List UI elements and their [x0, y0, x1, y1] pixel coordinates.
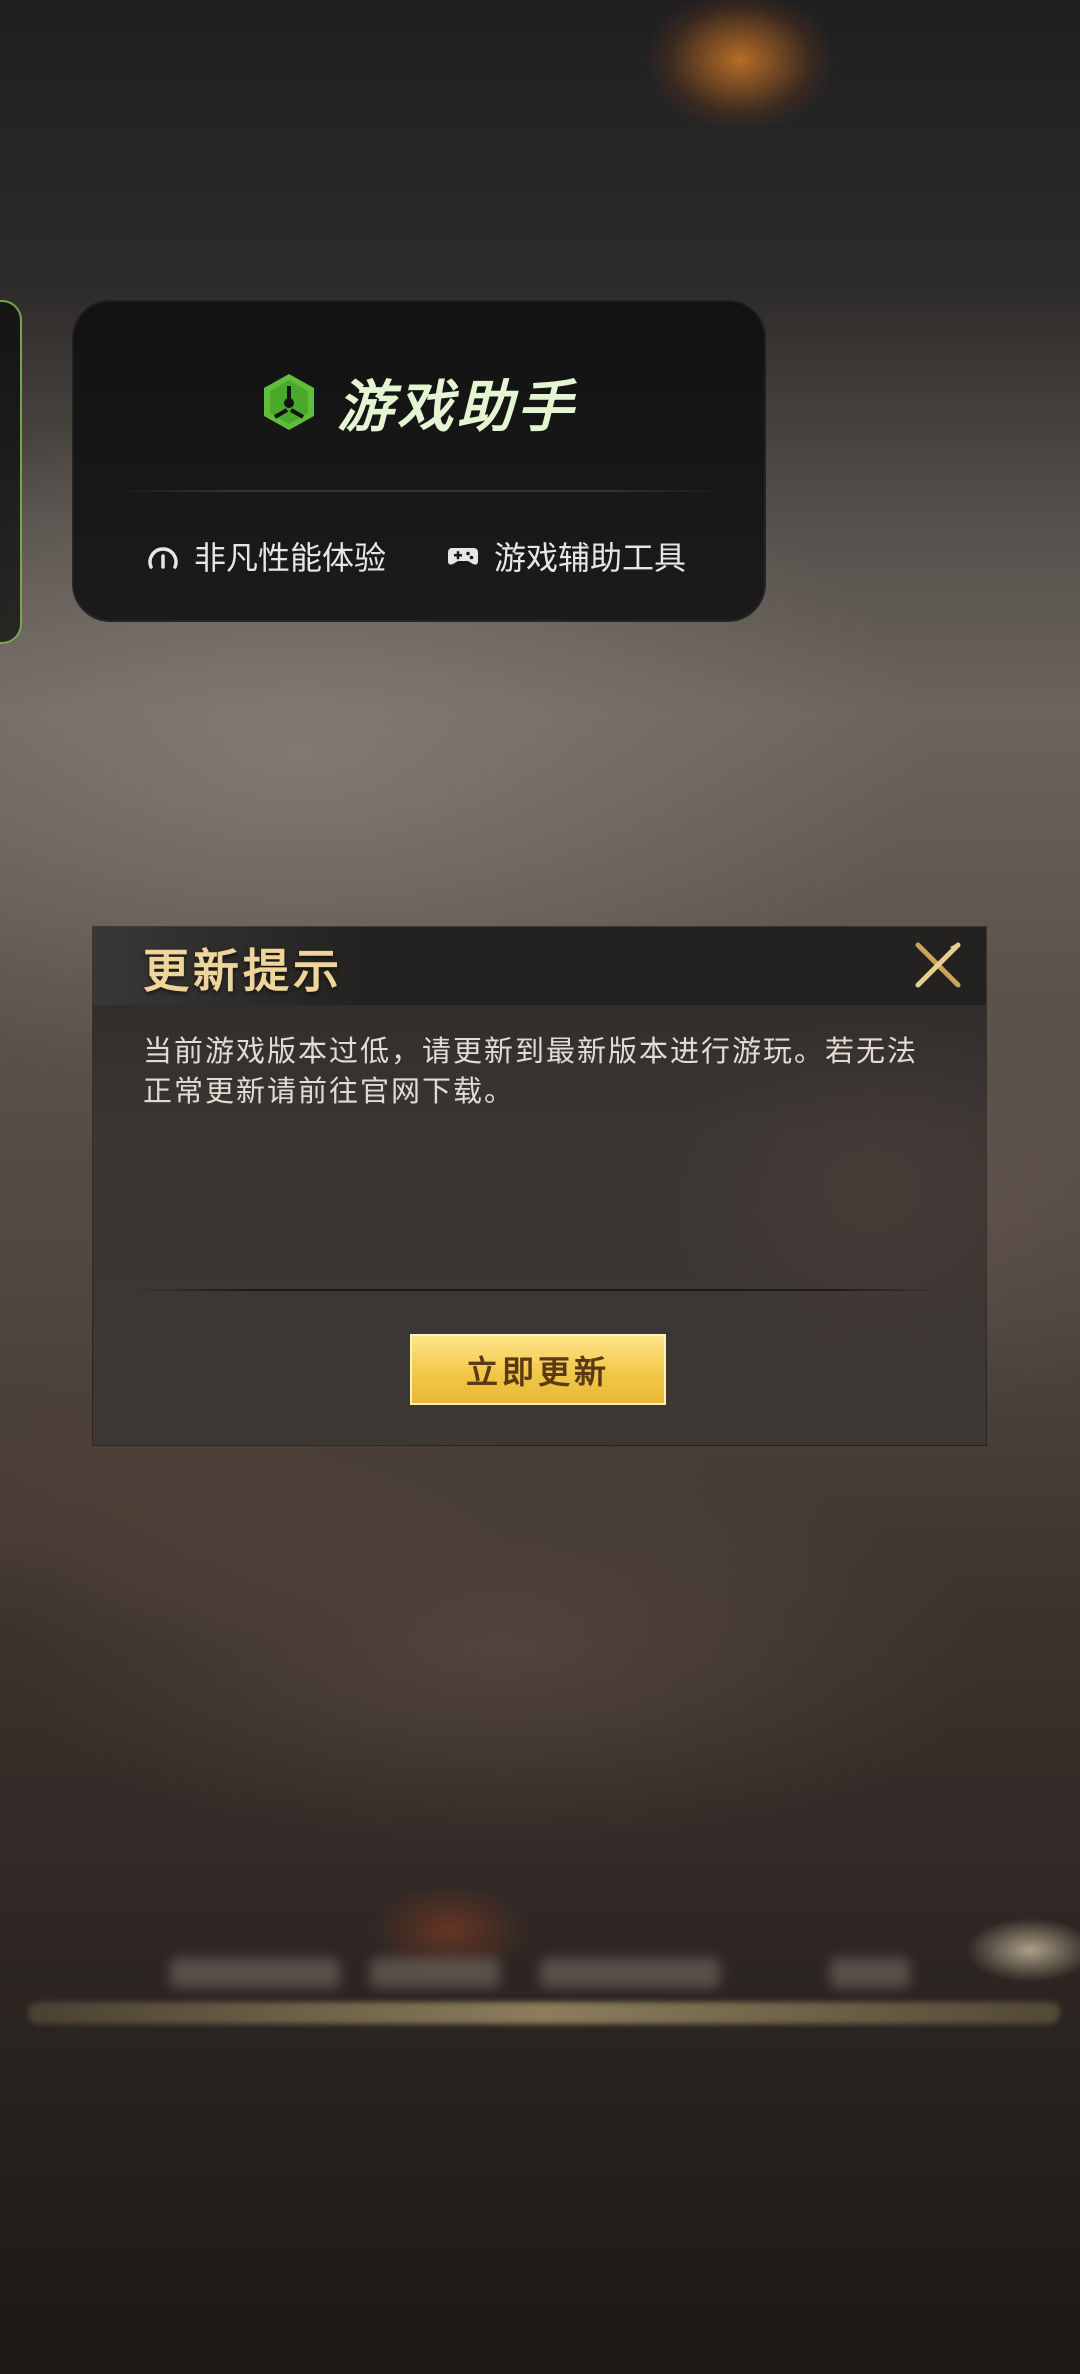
background-blurred-text — [370, 1958, 500, 1988]
close-icon[interactable] — [910, 937, 966, 993]
speedometer-icon — [148, 547, 178, 569]
gamepad-icon — [448, 548, 478, 565]
background-blurred-text — [830, 1958, 910, 1988]
dialog-message: 当前游戏版本过低，请更新到最新版本进行游玩。若无法正常更新请前往官网下载。 — [143, 1034, 919, 1108]
dialog-separator — [133, 1289, 946, 1291]
side-edge-tab[interactable] — [0, 300, 22, 644]
game-assistant-panel: 游戏助手 非凡性能体验 游戏辅助工具 — [72, 300, 766, 622]
assistant-header: 游戏助手 — [72, 362, 766, 442]
update-now-button[interactable]: 立即更新 — [410, 1334, 666, 1405]
update-dialog: 更新提示 当前游戏版本过低，请更新到最新版本进行游玩。若无法正常更新请前往官网下… — [93, 927, 986, 1445]
feature-tools[interactable]: 游戏辅助工具 — [446, 532, 686, 580]
background-blurred-text — [170, 1958, 340, 1988]
background-loading-strip — [28, 2002, 1060, 2024]
assistant-logo-icon — [264, 374, 314, 430]
assistant-divider — [108, 490, 730, 492]
background-blurred-text — [540, 1958, 720, 1988]
feature-tools-label: 游戏辅助工具 — [494, 539, 687, 577]
feature-performance-label: 非凡性能体验 — [194, 539, 387, 577]
assistant-title: 游戏助手 — [337, 374, 577, 440]
dialog-title: 更新提示 — [143, 944, 343, 998]
feature-performance[interactable]: 非凡性能体验 — [146, 532, 386, 580]
